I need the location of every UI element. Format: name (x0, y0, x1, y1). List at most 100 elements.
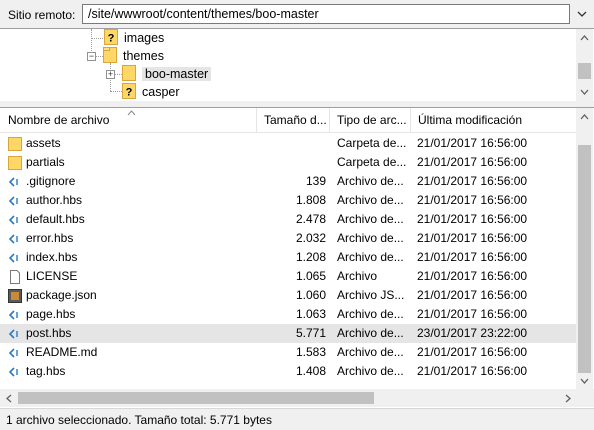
file-modified: 21/01/2017 16:56:00 (417, 250, 528, 264)
file-type: Carpeta de... (337, 136, 407, 150)
file-name-cell: page.hbs (8, 305, 256, 324)
file-size: 1.408 (295, 364, 326, 378)
column-header-type[interactable]: Tipo de arc... (329, 108, 410, 132)
table-row[interactable]: README.md 1.583 Archivo de... 21/01/2017 16… (0, 343, 576, 362)
table-row[interactable]: post.hbs 5.771 Archivo de... 23/01/2017 23:… (0, 324, 576, 343)
scroll-up-arrow-icon[interactable] (576, 108, 593, 125)
tree-item-label: boo-master (142, 67, 212, 81)
file-size: 2.032 (295, 231, 326, 245)
file-list-header: Nombre de archivo Tamaño d... Tipo de ar… (0, 108, 576, 133)
file-modified: 21/01/2017 16:56:00 (417, 269, 528, 283)
file-type: Archivo de... (337, 174, 404, 188)
expand-boo-master-toggle[interactable]: + (106, 70, 115, 79)
file-modified: 21/01/2017 16:56:00 (417, 345, 528, 359)
code-file-icon (8, 175, 22, 189)
code-file-icon (8, 308, 22, 322)
file-size: 1.808 (295, 193, 326, 207)
tree-vertical-scrollbar[interactable] (576, 29, 593, 101)
code-file-icon (8, 327, 22, 341)
code-file-icon (8, 365, 22, 379)
file-type: Archivo de... (337, 212, 404, 226)
folder-icon (122, 64, 136, 84)
file-modified: 21/01/2017 16:56:00 (417, 231, 528, 245)
tree-item-boo-master[interactable]: boo-master (122, 64, 212, 84)
json-file-icon (8, 288, 22, 303)
file-name: partials (26, 155, 65, 169)
table-row[interactable]: page.hbs 1.063 Archivo de... 21/01/2017 16:… (0, 305, 576, 324)
remote-site-bar: Sitio remoto: /site/wwwroot/content/them… (0, 0, 594, 28)
folder-icon (8, 136, 22, 151)
table-row[interactable]: author.hbs 1.808 Archivo de... 21/01/2017 1… (0, 191, 576, 210)
file-modified: 21/01/2017 16:56:00 (417, 288, 528, 302)
list-horizontal-scrollbar[interactable] (0, 389, 576, 407)
table-row[interactable]: assets Carpeta de... 21/01/2017 16:56:00 (0, 134, 576, 153)
tree-item-label: casper (142, 85, 180, 99)
scroll-down-arrow-icon[interactable] (576, 372, 593, 389)
tree-item-images[interactable]: ? images (104, 29, 164, 47)
table-row[interactable]: package.json 1.060 Archivo JS... 21/01/2017… (0, 286, 576, 305)
file-name: README.md (26, 345, 98, 359)
list-vertical-scrollbar[interactable] (576, 108, 593, 389)
file-name-cell: default.hbs (8, 210, 256, 229)
file-name-cell: index.hbs (8, 248, 256, 267)
tree-item-casper[interactable]: ? casper (122, 82, 180, 101)
column-header-size[interactable]: Tamaño d... (256, 108, 329, 132)
file-name: index.hbs (26, 250, 78, 264)
table-row[interactable]: tag.hbs 1.408 Archivo de... 21/01/2017 16:5… (0, 362, 576, 381)
remote-file-list: Nombre de archivo Tamaño d... Tipo de ar… (0, 107, 594, 408)
collapse-themes-toggle[interactable]: − (87, 52, 96, 61)
file-modified: 21/01/2017 16:56:00 (417, 136, 528, 150)
status-bar: 1 archivo seleccionado. Tamaño total: 5.… (0, 408, 594, 430)
file-name: page.hbs (26, 307, 76, 321)
file-type: Archivo (337, 269, 378, 283)
file-name: error.hbs (26, 231, 74, 245)
file-modified: 21/01/2017 16:56:00 (417, 155, 528, 169)
scroll-left-arrow-icon[interactable] (0, 389, 17, 407)
scroll-up-arrow-icon[interactable] (576, 29, 593, 46)
file-modified: 21/01/2017 16:56:00 (417, 174, 528, 188)
file-name: LICENSE (26, 269, 78, 283)
file-name-cell: package.json (8, 286, 256, 305)
file-type: Archivo de... (337, 364, 404, 378)
file-name: tag.hbs (26, 364, 66, 378)
table-row[interactable]: LICENSE 1.065 Archivo 21/01/2017 16:56:00 (0, 267, 576, 286)
file-name: .gitignore (26, 174, 76, 188)
table-row[interactable]: .gitignore 139 Archivo de... 21/01/2017 16:… (0, 172, 576, 191)
file-size: 2.478 (295, 212, 326, 226)
table-row[interactable]: error.hbs 2.032 Archivo de... 21/01/2017 16… (0, 229, 576, 248)
file-size: 1.208 (295, 250, 326, 264)
file-size: 1.065 (295, 269, 326, 283)
column-header-modified[interactable]: Última modificación (410, 108, 576, 132)
scroll-down-arrow-icon[interactable] (576, 83, 593, 100)
svg-text:?: ? (108, 32, 115, 44)
tree-item-label: themes (123, 49, 164, 63)
file-modified: 23/01/2017 23:22:00 (417, 326, 528, 340)
file-modified: 21/01/2017 16:56:00 (417, 212, 528, 226)
blank-file-icon (8, 269, 22, 284)
scroll-right-arrow-icon[interactable] (559, 389, 576, 407)
file-name: default.hbs (26, 212, 85, 226)
table-row[interactable]: partials Carpeta de... 21/01/2017 16:56:00 (0, 153, 576, 172)
file-modified: 21/01/2017 16:56:00 (417, 193, 528, 207)
folder-icon (8, 155, 22, 170)
file-size (256, 153, 326, 172)
file-name-cell: README.md (8, 343, 256, 362)
remote-path-input[interactable]: /site/wwwroot/content/themes/boo-master (82, 4, 570, 24)
file-name-cell: partials (8, 153, 256, 172)
path-history-dropdown[interactable] (572, 4, 592, 24)
file-type: Archivo de... (337, 307, 404, 321)
list-scroll-thumb[interactable] (578, 145, 591, 373)
table-row[interactable]: default.hbs 2.478 Archivo de... 21/01/2017 … (0, 210, 576, 229)
file-name-cell: error.hbs (8, 229, 256, 248)
chevron-down-icon (577, 11, 587, 17)
file-type: Archivo de... (337, 231, 404, 245)
table-row[interactable]: index.hbs 1.208 Archivo de... 21/01/2017 16… (0, 248, 576, 267)
tree-scroll-thumb[interactable] (578, 63, 591, 79)
tree-item-themes[interactable]: themes (103, 46, 164, 65)
list-hscroll-thumb[interactable] (18, 392, 374, 404)
file-name-cell: .gitignore (8, 172, 256, 191)
file-size (256, 134, 326, 153)
file-name-cell: tag.hbs (8, 362, 256, 381)
file-name-cell: author.hbs (8, 191, 256, 210)
file-type: Archivo de... (337, 193, 404, 207)
